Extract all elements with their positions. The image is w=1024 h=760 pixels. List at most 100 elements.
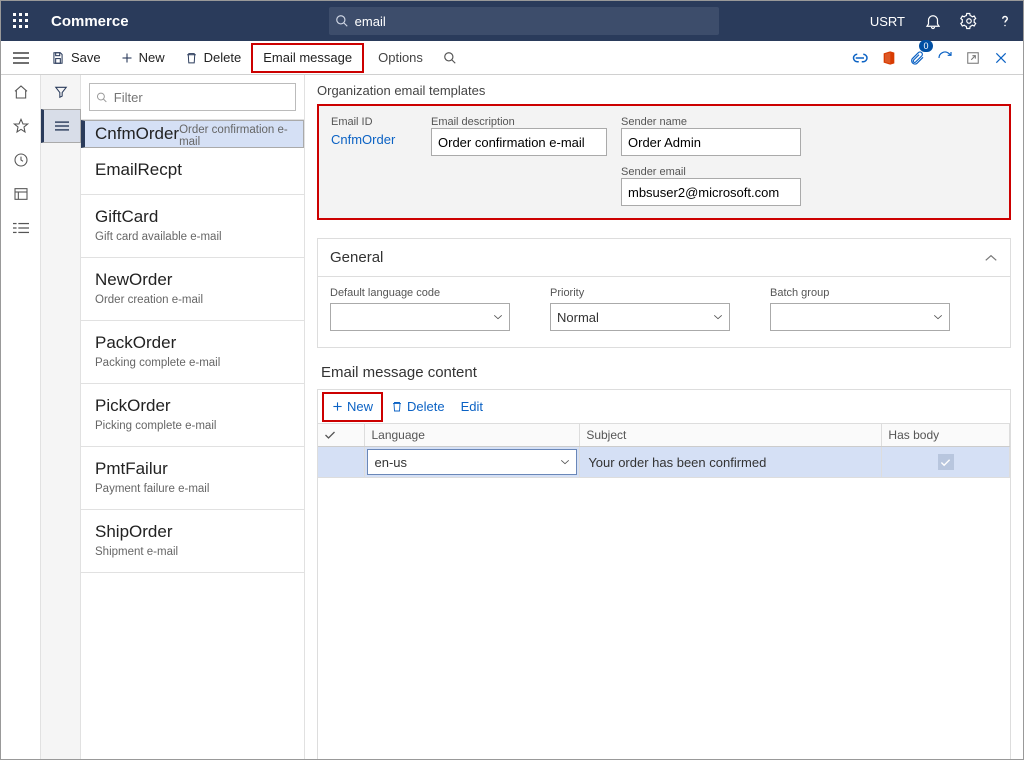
filter-box[interactable] — [89, 83, 296, 111]
label-default-lang: Default language code — [330, 287, 510, 299]
save-button[interactable]: Save — [41, 41, 111, 75]
section-general-header[interactable]: General — [318, 239, 1010, 277]
template-item-desc: Payment failure e-mail — [95, 483, 290, 495]
ribbon-search-button[interactable] — [437, 41, 463, 75]
help-icon[interactable] — [987, 1, 1023, 41]
email-message-button[interactable]: Email message — [251, 43, 364, 73]
rail-home-icon[interactable] — [1, 75, 41, 109]
label-sender-name: Sender name — [621, 116, 801, 128]
template-item-packorder[interactable]: PackOrder Packing complete e-mail — [81, 321, 304, 384]
template-item-title: CnfmOrder — [95, 124, 179, 144]
section-general: General Default language code Priority N… — [317, 238, 1011, 348]
app-launcher-icon[interactable] — [1, 1, 41, 41]
plus-icon — [332, 401, 343, 412]
template-item-title: PmtFailur — [95, 459, 290, 479]
template-item-title: EmailRecpt — [95, 160, 290, 180]
trash-icon — [391, 400, 403, 413]
template-item-title: ShipOrder — [95, 522, 290, 542]
rail-modules-icon[interactable] — [1, 211, 41, 245]
label-email-desc: Email description — [431, 116, 607, 128]
hamburger-icon[interactable] — [1, 41, 41, 75]
page-title: Organization email templates — [317, 83, 1011, 98]
label-sender-email: Sender email — [621, 166, 801, 178]
select-batch-group[interactable] — [770, 303, 950, 331]
template-item-title: GiftCard — [95, 207, 290, 227]
email-message-label: Email message — [263, 50, 352, 65]
template-item-giftcard[interactable]: GiftCard Gift card available e-mail — [81, 195, 304, 258]
template-item-title: NewOrder — [95, 270, 290, 290]
refresh-icon[interactable] — [931, 44, 959, 72]
content-table: Language Subject Has body en-us Your ord… — [317, 423, 1011, 478]
label-batch-group: Batch group — [770, 287, 950, 299]
search-icon — [329, 14, 355, 28]
content-delete-button[interactable]: Delete — [383, 392, 453, 422]
input-sender-email[interactable] — [621, 178, 801, 206]
plus-icon — [121, 52, 133, 64]
template-item-desc: Order confirmation e-mail — [179, 124, 297, 148]
trash-icon — [185, 51, 198, 65]
content-edit-button[interactable]: Edit — [453, 392, 491, 422]
template-item-desc: Picking complete e-mail — [95, 420, 290, 432]
office-icon[interactable] — [875, 44, 903, 72]
template-item-pickorder[interactable]: PickOrder Picking complete e-mail — [81, 384, 304, 447]
template-item-cnfmorder[interactable]: CnfmOrderOrder confirmation e-mail — [81, 120, 304, 148]
section-general-title: General — [330, 249, 383, 266]
new-button[interactable]: New — [111, 41, 175, 75]
user-code[interactable]: USRT — [860, 14, 915, 29]
checkbox-has-body — [938, 454, 954, 470]
list-view-icon[interactable] — [41, 109, 81, 143]
rail-recent-icon[interactable] — [1, 143, 41, 177]
select-priority[interactable]: Normal — [550, 303, 730, 331]
email-id-link[interactable]: CnfmOrder — [331, 128, 417, 147]
new-label: New — [139, 50, 165, 65]
brand-title: Commerce — [41, 13, 139, 30]
template-item-shiporder[interactable]: ShipOrder Shipment e-mail — [81, 510, 304, 573]
rail-workspaces-icon[interactable] — [1, 177, 41, 211]
label-priority: Priority — [550, 287, 730, 299]
options-label: Options — [378, 50, 423, 65]
delete-label: Delete — [204, 50, 242, 65]
label-email-id: Email ID — [331, 116, 417, 128]
popout-icon[interactable] — [959, 44, 987, 72]
header-form: Email ID CnfmOrder Email description Sen… — [317, 104, 1011, 220]
cell-language[interactable]: en-us — [367, 449, 577, 475]
template-item-desc: Gift card available e-mail — [95, 231, 290, 243]
content-table-body-area — [317, 478, 1011, 759]
notifications-icon[interactable] — [915, 1, 951, 41]
attachments-badge: 0 — [919, 40, 933, 52]
col-subject[interactable]: Subject — [580, 424, 882, 447]
attachments-icon[interactable]: 0 — [903, 44, 931, 72]
col-select[interactable] — [318, 424, 365, 447]
template-item-desc: Shipment e-mail — [95, 546, 290, 558]
filter-input[interactable] — [114, 90, 289, 105]
filter-funnel-icon[interactable] — [41, 75, 81, 109]
template-item-pmtfailur[interactable]: PmtFailur Payment failure e-mail — [81, 447, 304, 510]
delete-button[interactable]: Delete — [175, 41, 252, 75]
col-has-body[interactable]: Has body — [882, 424, 1010, 447]
template-item-desc: Packing complete e-mail — [95, 357, 290, 369]
input-sender-name[interactable] — [621, 128, 801, 156]
template-item-neworder[interactable]: NewOrder Order creation e-mail — [81, 258, 304, 321]
global-search-input[interactable] — [355, 14, 719, 29]
col-language[interactable]: Language — [365, 424, 580, 447]
link-icon[interactable] — [847, 44, 875, 72]
global-search[interactable] — [329, 7, 719, 35]
template-item-title: PickOrder — [95, 396, 290, 416]
save-icon — [51, 51, 65, 65]
chevron-up-icon — [984, 253, 998, 263]
select-default-lang[interactable] — [330, 303, 510, 331]
close-icon[interactable] — [987, 44, 1015, 72]
save-label: Save — [71, 50, 101, 65]
content-row[interactable]: en-us Your order has been confirmed — [318, 447, 1010, 478]
content-toolbar: New Delete Edit — [317, 389, 1011, 423]
template-item-desc: Order creation e-mail — [95, 294, 290, 306]
options-button[interactable]: Options — [364, 41, 437, 75]
settings-gear-icon[interactable] — [951, 1, 987, 41]
input-email-desc[interactable] — [431, 128, 607, 156]
content-new-button[interactable]: New — [324, 392, 381, 422]
template-list: CnfmOrderOrder confirmation e-mail EmailR… — [81, 119, 304, 759]
cell-subject: Your order has been confirmed — [580, 447, 882, 478]
template-item-emailrecpt[interactable]: EmailRecpt — [81, 148, 304, 195]
template-item-title: PackOrder — [95, 333, 290, 353]
rail-favorites-icon[interactable] — [1, 109, 41, 143]
